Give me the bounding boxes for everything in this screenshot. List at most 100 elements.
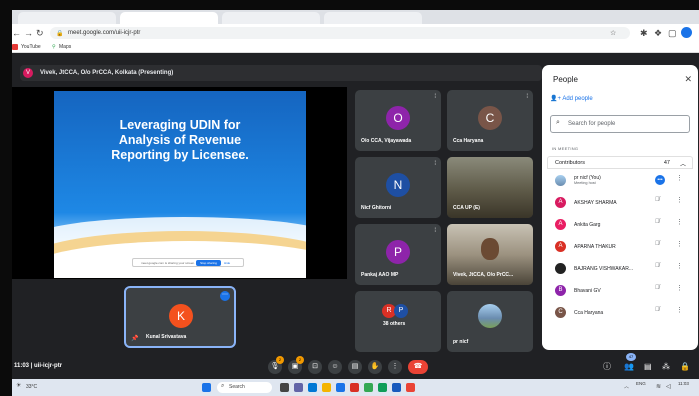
participant-tile[interactable]: CCA UP (E) [447, 157, 533, 218]
wifi-icon[interactable]: ≋ [656, 383, 661, 390]
participant-list-item[interactable]: pr nicf (You) Meeting host ••• ⋮ [547, 171, 693, 191]
taskbar-search[interactable]: ⌕ Search [217, 382, 272, 393]
participant-list-item[interactable]: B Bhavani GV 🎙̸ ⋮ [547, 281, 693, 301]
extension-icon[interactable]: ✱ [640, 27, 648, 39]
close-icon[interactable]: ✕ [684, 74, 692, 85]
mic-off-icon[interactable]: 🎙̸ [655, 263, 660, 269]
address-bar[interactable]: 🔒 meet.google.com/uii-icjr-ptr ☆ [50, 27, 630, 39]
reload-icon[interactable]: ↻ [36, 27, 44, 39]
add-people-button[interactable]: 👤+ Add people [550, 94, 593, 104]
hide-share-bar-button[interactable]: Hide [224, 260, 230, 266]
language-indicator[interactable]: ENG [636, 381, 646, 387]
others-tile[interactable]: R P 38 others [355, 291, 441, 352]
back-icon[interactable]: ← [12, 27, 21, 39]
more-options-icon[interactable]: ⋮ [676, 174, 683, 182]
folder-icon[interactable] [322, 383, 331, 392]
forward-icon[interactable]: → [24, 27, 33, 39]
search-placeholder: Search for people [568, 121, 616, 127]
participant-avatar: A [555, 241, 566, 252]
others-count: 38 others [383, 321, 406, 327]
more-options-icon[interactable]: ⋮ [676, 240, 683, 248]
more-options-button[interactable]: ⋮ [388, 360, 402, 374]
chrome-icon[interactable] [364, 383, 373, 392]
participant-list-item[interactable]: A Ankita Garg 🎙̸ ⋮ [547, 215, 693, 235]
app-icon[interactable] [406, 383, 415, 392]
screen-share-bar: meet.google.com is sharing your screen. … [132, 258, 244, 267]
browser-tab-active[interactable] [120, 12, 218, 24]
more-options-icon[interactable]: ⋮ [676, 306, 683, 314]
browser-tab[interactable] [18, 12, 116, 24]
participant-tile[interactable]: ⁞ C Cca Haryana [447, 90, 533, 151]
app-icon[interactable] [336, 383, 345, 392]
task-view-icon[interactable] [280, 383, 289, 392]
leave-call-button[interactable]: ☎ [408, 360, 428, 374]
puzzle-icon[interactable]: ❖ [654, 27, 662, 39]
participant-tile[interactable]: ⁞ O O/o CCA, Vijayawada [355, 90, 441, 151]
participant-list-name: APARNA THAKUR [574, 244, 616, 250]
browser-tab[interactable] [324, 12, 422, 24]
presentation-tile[interactable]: Leveraging UDIN for Analysis of Revenue … [12, 87, 347, 279]
bookmark-youtube[interactable]: YouTube [21, 43, 41, 52]
edge-icon[interactable] [308, 383, 317, 392]
mic-off-icon[interactable]: 🎙̸ [655, 307, 660, 313]
volume-icon[interactable]: ◁ [666, 383, 671, 390]
mic-off-icon: ⁞ [434, 161, 436, 167]
mic-off-icon[interactable]: 🎙̸ [655, 197, 660, 203]
search-people-input[interactable]: ⌕ Search for people [550, 115, 690, 133]
weather-temp[interactable]: 33°C [26, 383, 37, 392]
participant-photo-avatar [478, 304, 502, 328]
captions-button[interactable]: ⊡ [308, 360, 322, 374]
more-options-icon[interactable]: ⋮ [676, 284, 683, 292]
contributors-header[interactable]: Contributors 47 ︿ [547, 156, 693, 169]
search-icon: ⌕ [221, 383, 225, 389]
presenter-avatar: V [23, 68, 33, 78]
participant-list-role: Meeting host [574, 181, 596, 185]
app-icon[interactable] [350, 383, 359, 392]
slide-title-line: Analysis of Revenue [118, 133, 242, 147]
mic-off-icon[interactable]: 🎙̸ [655, 285, 660, 291]
participant-tile[interactable]: Vivek, JtCCA, O/o PrCC... [447, 224, 533, 285]
lock-icon: 🔒 [56, 31, 64, 37]
window-icon[interactable]: ▢ [668, 27, 677, 39]
participant-list-item[interactable]: C Cca Haryana 🎙̸ ⋮ [547, 303, 693, 323]
participant-list-item[interactable]: A APARNA THAKUR 🎙̸ ⋮ [547, 237, 693, 257]
excel-icon[interactable] [378, 383, 387, 392]
youtube-icon [12, 44, 18, 50]
self-video-tile[interactable]: K ⋯ 📌 Kunal Srivastava [124, 286, 236, 348]
host-controls-icon[interactable]: 🔒 [680, 361, 690, 373]
emoji-button[interactable]: ☺ [328, 360, 342, 374]
more-options-icon[interactable]: ⋯ [220, 291, 230, 301]
bookmark-maps[interactable]: Maps [59, 43, 71, 52]
stop-sharing-button[interactable]: Stop sharing [196, 260, 221, 266]
participant-list-name: Ankita Garg [574, 222, 601, 228]
profile-avatar[interactable] [681, 27, 692, 38]
info-icon[interactable]: ⓘ [603, 361, 611, 373]
more-options-icon[interactable]: ⋮ [676, 196, 683, 204]
participant-list-item[interactable]: BAJRANG VISHWAKAR... 🎙̸ ⋮ [547, 259, 693, 279]
app-icon[interactable] [294, 383, 303, 392]
start-icon[interactable] [202, 383, 211, 392]
present-button[interactable]: ▤ [348, 360, 362, 374]
mic-off-icon[interactable]: 🎙̸ [655, 241, 660, 247]
activities-icon[interactable]: ⁂ [662, 361, 670, 373]
participants-badge: 47 [626, 353, 636, 361]
mic-off-icon[interactable]: 🎙̸ [655, 219, 660, 225]
more-options-icon[interactable]: ⋮ [676, 262, 683, 270]
word-icon[interactable] [392, 383, 401, 392]
participant-list-item[interactable]: A AKSHAY SHARMA 🎙̸ ⋮ [547, 193, 693, 213]
clock-time[interactable]: 11:03 [678, 381, 689, 387]
participant-tile[interactable]: pr nicf [447, 291, 533, 352]
star-icon[interactable]: ☆ [610, 28, 616, 40]
participant-tile[interactable]: ⁞ N Nicf Ghitorni [355, 157, 441, 218]
screen: ← → ↻ 🔒 meet.google.com/uii-icjr-ptr ☆ ✱… [0, 0, 699, 396]
browser-tab[interactable] [222, 12, 320, 24]
search-icon: ⌕ [556, 119, 560, 126]
chat-icon[interactable]: ▤ [644, 361, 652, 373]
people-icon[interactable]: 👥 [624, 361, 634, 373]
participant-name: pr nicf [453, 339, 469, 345]
raise-hand-button[interactable]: ✋ [368, 360, 382, 374]
share-bar-message: meet.google.com is sharing your screen. [141, 261, 196, 265]
more-options-icon[interactable]: ⋮ [676, 218, 683, 226]
chevron-up-icon[interactable]: ︿ [624, 383, 629, 392]
participant-tile[interactable]: ⁞ P Pankaj AAO MP [355, 224, 441, 285]
